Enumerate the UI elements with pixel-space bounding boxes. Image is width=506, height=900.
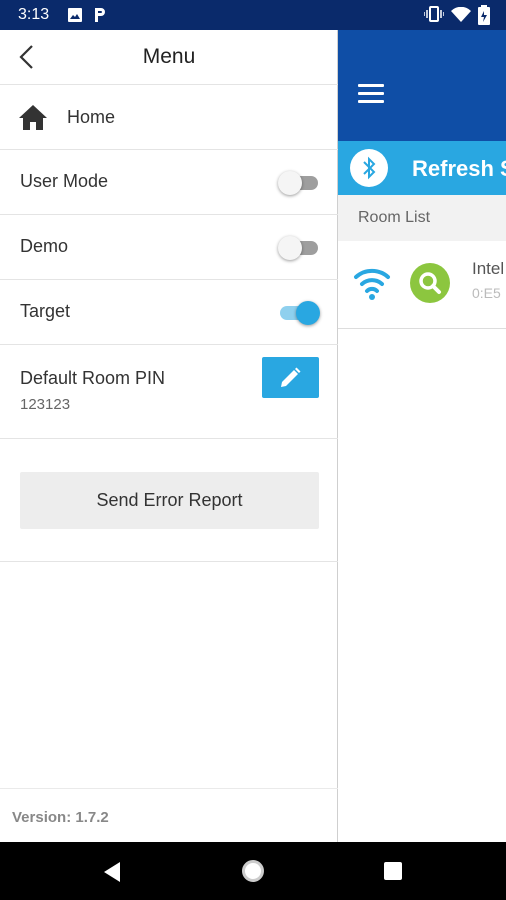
navigation-drawer: Menu Home User Mode Demo Target Default … [0,30,338,842]
nav-back-icon[interactable] [102,861,122,888]
version-footer: Version: 1.7.2 [0,788,338,842]
drawer-title: Menu [142,45,196,68]
status-bar: 3:13 [0,0,506,30]
room-name: Intel [472,259,505,278]
search-icon[interactable] [410,263,450,303]
wifi-icon [451,6,471,28]
target-row: Target [0,280,338,345]
status-time: 3:13 [18,6,50,23]
room-list-title: Room List [358,209,431,226]
background-app: Refresh S Room List Intel 0:E5 [338,30,506,842]
default-room-pin-row: Default Room PIN 123123 [0,346,338,439]
version-label: Version: 1.7.2 [12,809,109,826]
image-icon [68,8,82,27]
wifi-signal-icon [352,263,392,308]
user-mode-label: User Mode [20,171,109,191]
user-mode-row: User Mode [0,150,338,215]
vibrate-icon [423,6,445,27]
target-toggle[interactable] [278,301,320,325]
error-report-section: Send Error Report [0,439,338,562]
demo-toggle[interactable] [278,236,320,260]
target-label: Target [20,301,71,321]
menu-item-home[interactable]: Home [0,85,338,150]
battery-icon [478,5,490,30]
room-list-header: Room List [338,195,506,241]
hamburger-menu-icon[interactable] [358,84,384,106]
drawer-header: Menu [0,30,338,85]
refresh-label: Refresh S [412,156,506,181]
send-error-report-button[interactable]: Send Error Report [20,472,319,529]
nav-recents-icon[interactable] [384,862,402,880]
edit-pin-button[interactable] [262,357,319,398]
user-mode-toggle[interactable] [278,171,320,195]
default-room-pin-value: 123123 [20,396,71,413]
room-mac-address: 0:E5 [472,285,501,301]
nav-home-icon[interactable] [242,860,264,882]
home-icon [18,103,48,136]
demo-row: Demo [0,215,338,280]
room-list-item[interactable]: Intel 0:E5 [338,241,506,329]
pencil-icon [281,367,301,387]
parking-p-icon [93,6,107,29]
bluetooth-icon [350,149,388,187]
demo-label: Demo [20,236,69,256]
app-toolbar [338,30,506,141]
refresh-bar[interactable]: Refresh S [338,141,506,195]
menu-item-home-label: Home [67,107,116,127]
navigation-bar [0,842,506,900]
default-room-pin-label: Default Room PIN [20,368,166,388]
